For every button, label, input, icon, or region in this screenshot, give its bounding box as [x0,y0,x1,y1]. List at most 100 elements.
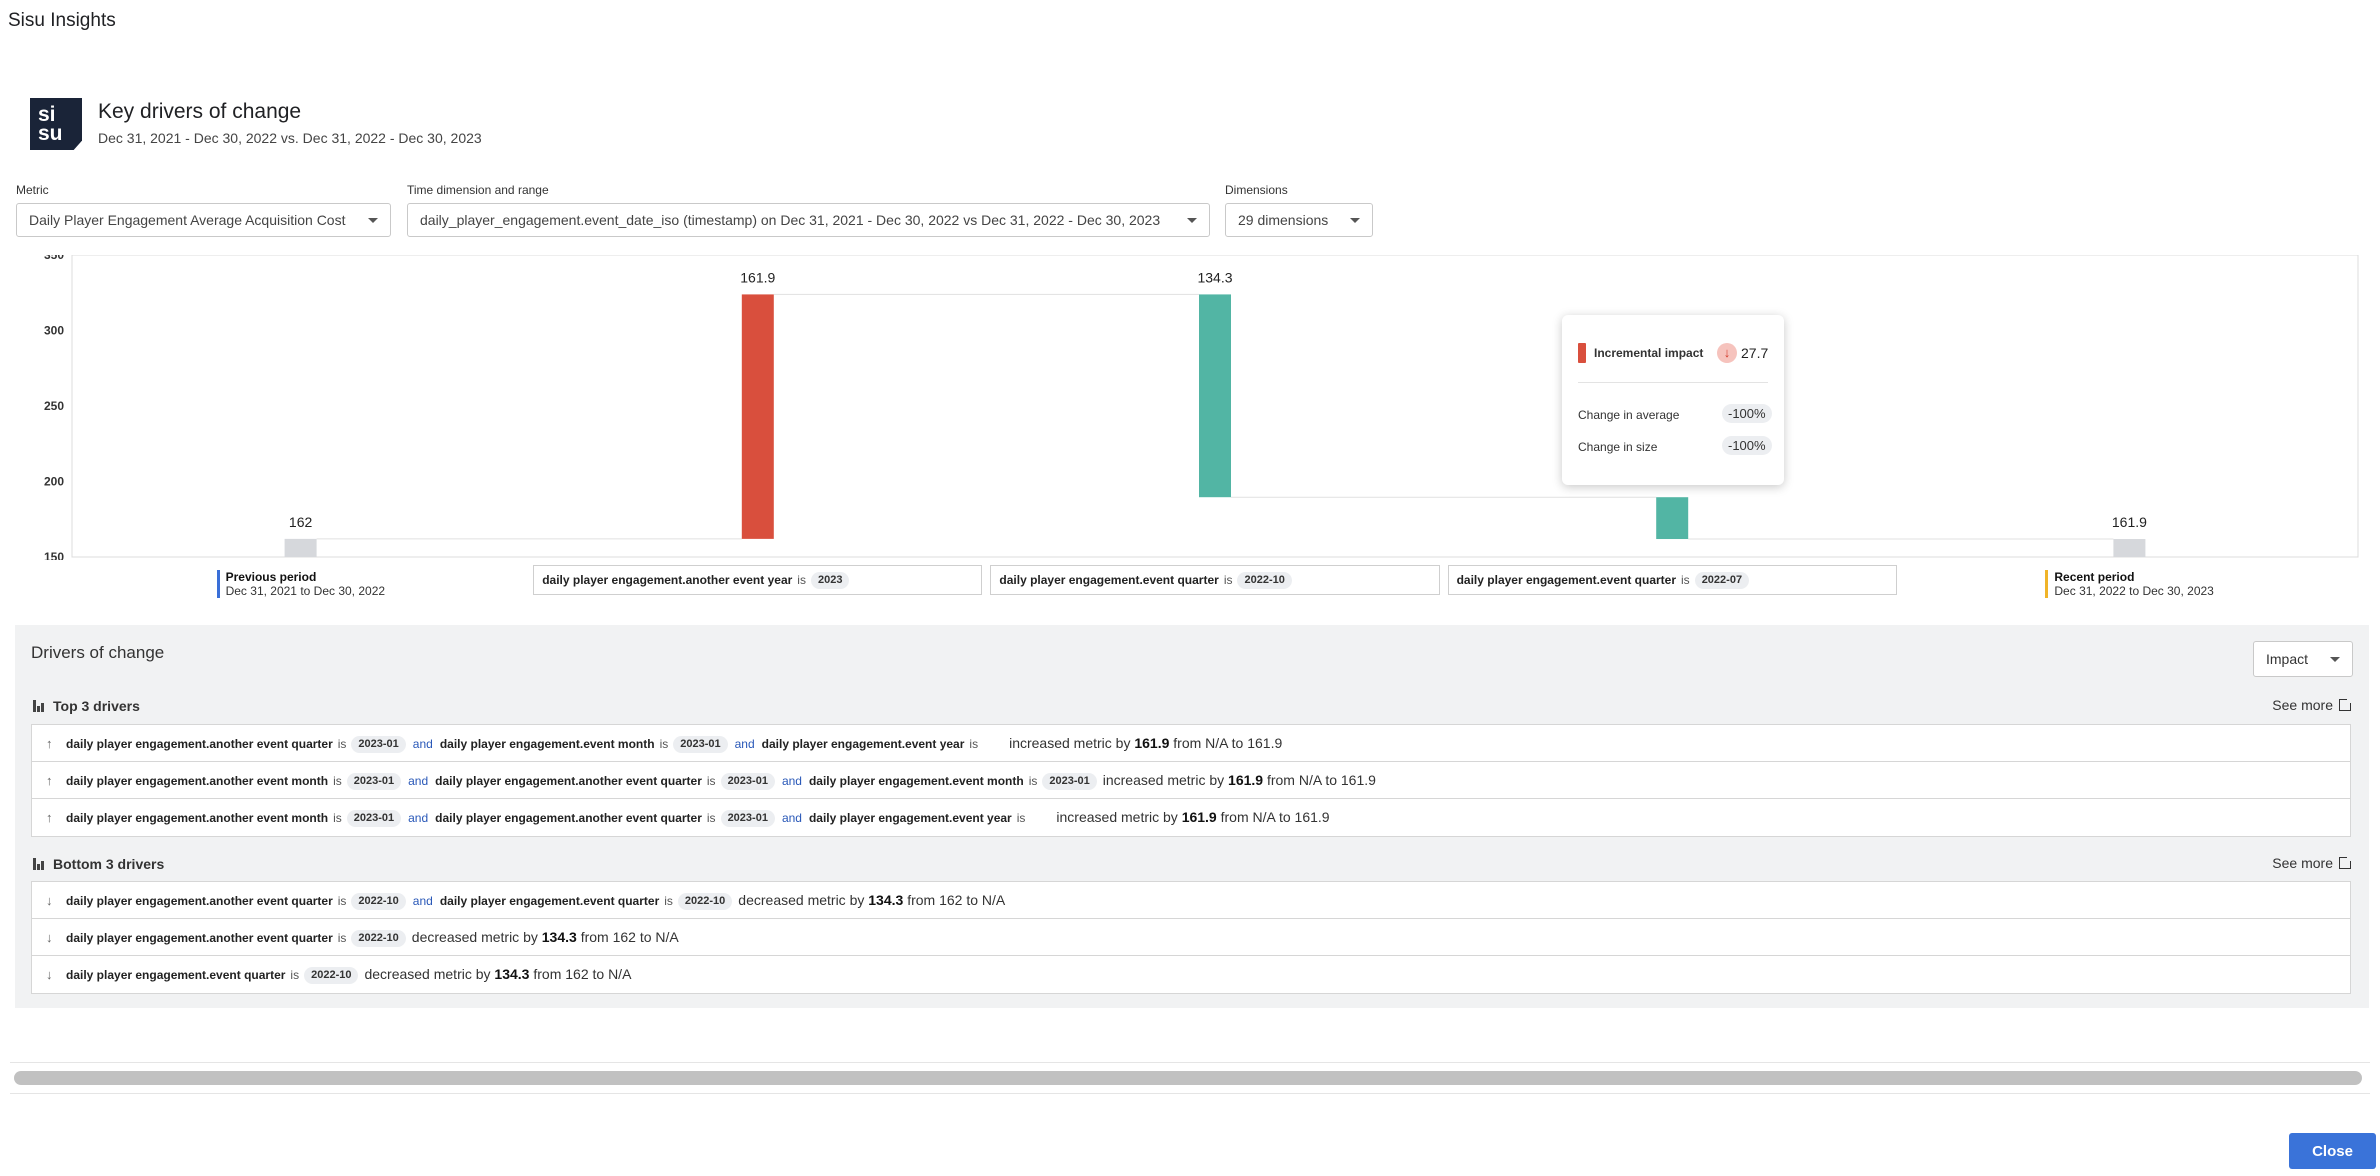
driver-description: decreased metric by 134.3 from 162 to N/… [364,966,632,982]
y-tick-label: 250 [44,399,64,413]
chevron-down-icon [368,218,378,223]
top-see-more-link[interactable]: See more [2272,697,2353,713]
dimensions-label: Dimensions [1225,183,1288,197]
y-tick-label: 300 [44,324,64,338]
category-label: daily player engagement.event quarter is 2… [990,565,1440,595]
top-drivers-title: Top 3 drivers [33,698,140,714]
dimension-value: 2022-10 [304,967,359,985]
waterfall-chart: 150 200 250 300 350 162 161.9 134.3 161.9 [20,248,2360,564]
driver-row[interactable]: ↑ daily player engagement.another event q… [32,725,2350,762]
waterfall-bar [284,538,317,557]
is-connector: is [969,737,979,751]
bar-chart-icon [33,700,45,712]
driver-description: decreased metric by 134.3 from 162 to N/… [411,929,679,945]
driver-row[interactable]: ↑ daily player engagement.another event m… [32,799,2350,836]
dimension-value: 2023-01 [720,773,775,791]
is-connector: is [1028,774,1038,788]
dimension-value: 2023-01 [1042,773,1097,791]
and-connector: and [412,737,433,751]
is-connector: is [333,774,342,788]
y-tick-label: 350 [44,255,64,262]
dimension-name: daily player engagement.event month [439,737,655,751]
is-connector: is [706,811,716,825]
external-link-icon [2339,697,2353,711]
change-size-label: Change in size [1578,440,1658,454]
dimension-name: daily player engagement.another event qu… [66,931,333,945]
is-connector: is [664,894,673,908]
chart-tooltip: Incremental impact ↓ 27.7 Change in aver… [1562,315,1784,485]
driver-row[interactable]: ↓ daily player engagement.another event q… [32,882,2350,919]
dimension-name: daily player engagement.another event qu… [66,894,333,908]
data-label: 161.9 [2112,514,2147,530]
dimension-value: 2023-01 [673,736,728,754]
y-tick-label: 200 [44,475,64,489]
arrow-down-icon: ↓ [46,967,53,982]
is-connector: is [290,968,300,982]
bottom-see-more-link[interactable]: See more [2272,855,2353,871]
chevron-down-icon [2330,657,2340,662]
driver-row[interactable]: ↑ daily player engagement.another event m… [32,762,2350,799]
bottom-drivers-list: ↓ daily player engagement.another event q… [31,881,2351,994]
dimension-name: daily player engagement.another event mo… [66,774,329,788]
metric-select[interactable]: Daily Player Engagement Average Acquisit… [16,203,391,237]
close-button[interactable]: Close [2289,1133,2376,1169]
waterfall-bar [1656,497,1689,540]
chevron-down-icon [1187,218,1197,223]
time-range-value: daily_player_engagement.event_date_iso (… [420,212,1161,228]
driver-description: increased metric by 161.9 from N/A to 16… [1056,809,1330,825]
driver-description: increased metric by 161.9 from N/A to 16… [1009,735,1283,751]
driver-row[interactable]: ↓ daily player engagement.another event q… [32,919,2350,956]
is-connector: is [706,774,716,788]
tooltip-label: Incremental impact [1594,346,1704,360]
arrow-up-icon: ↑ [46,810,53,825]
dimension-name: daily player engagement.another event qu… [66,737,333,751]
drivers-title: Drivers of change [31,643,165,662]
scrollbar-thumb[interactable] [14,1071,2362,1085]
metric-label: Metric [16,183,49,197]
data-label: 162 [289,514,313,530]
arrow-up-icon: ↑ [46,736,53,751]
bar-chart-icon [33,858,45,870]
top-drivers-list: ↑ daily player engagement.another event q… [31,724,2351,837]
category-label: daily player engagement.event quarter is 2… [1447,565,1897,595]
dimension-value: 2023-01 [351,736,406,754]
data-label: 161.9 [740,269,775,285]
dimension-name: daily player engagement.event year [761,737,965,751]
driver-row[interactable]: ↓ daily player engagement.event quarter is… [32,956,2350,993]
dimension-name: daily player engagement.another event qu… [435,811,702,825]
dimension-name: daily player engagement.event month [808,774,1024,788]
increment-swatch [1578,343,1586,363]
change-average-label: Change in average [1578,408,1680,422]
arrow-down-icon: ↓ [46,930,53,945]
and-connector: and [408,811,429,825]
change-size-value: -100% [1722,436,1772,455]
page-title: Key drivers of change [98,100,302,123]
recent-period-label: Recent period Dec 31, 2022 to Dec 30, 20… [2045,570,2214,598]
dimensions-select[interactable]: 29 dimensions [1225,203,1373,237]
arrow-up-icon: ↑ [46,773,53,788]
dimension-value: 2022-10 [677,893,733,911]
category-label: daily player engagement.another event ye… [533,565,983,595]
dimensions-value: 29 dimensions [1238,212,1329,228]
dimension-name: daily player engagement.event year [808,811,1012,825]
arrow-down-icon: ↓ [1717,343,1737,363]
dimension-value: 2023-01 [720,810,775,828]
previous-period-label: Previous period Dec 31, 2021 to Dec 30, … [216,570,385,598]
sisu-logo: si su [30,98,82,150]
is-connector: is [337,931,347,945]
tooltip-value: 27.7 [1741,345,1769,361]
dimension-value: 2023-01 [346,773,402,791]
time-range-select[interactable]: daily_player_engagement.event_date_iso (… [407,203,1210,237]
drivers-panel: Drivers of change Impact Top 3 drivers S… [15,625,2369,1008]
dimension-name: daily player engagement.another event qu… [435,774,702,788]
sort-select[interactable]: Impact [2253,641,2353,677]
driver-description: increased metric by 161.9 from N/A to 16… [1102,772,1376,788]
dimension-value: 2022-10 [351,930,406,948]
and-connector: and [734,737,755,751]
y-tick-label: 150 [44,550,64,560]
is-connector: is [337,737,347,751]
horizontal-scrollbar[interactable] [10,1062,2370,1094]
external-link-icon [2339,855,2353,869]
waterfall-chart-svg: 150 200 250 300 350 162 161.9 134.3 161.9 [44,248,2359,564]
arrow-down-icon: ↓ [46,893,53,908]
